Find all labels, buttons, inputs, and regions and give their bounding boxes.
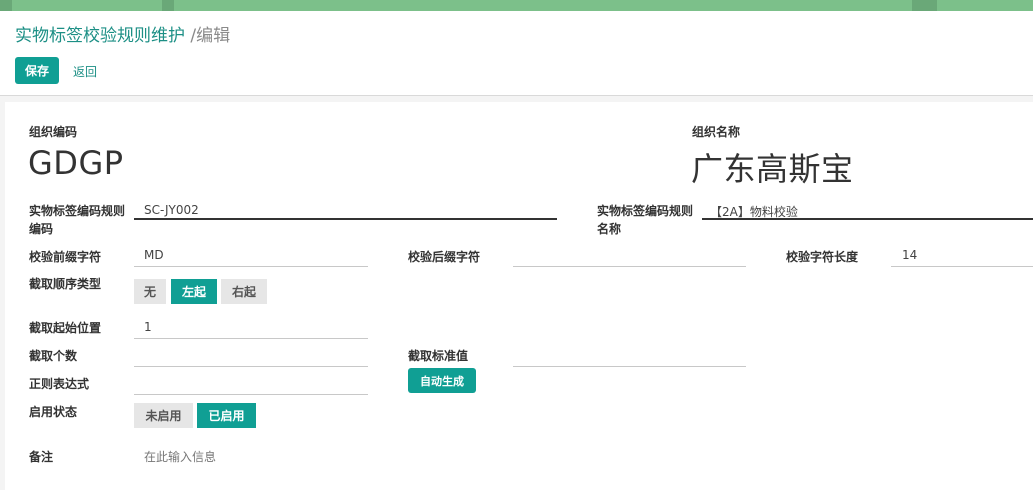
nav-segment — [162, 0, 174, 11]
page-header: 实物标签校验规则维护 /编辑 保存 返回 — [0, 11, 1033, 96]
length-input[interactable]: 14 — [902, 248, 917, 262]
status-disabled-option[interactable]: 未启用 — [134, 403, 193, 428]
rule-name-label-line2: 名称 — [597, 222, 622, 236]
status-label: 启用状态 — [29, 405, 78, 419]
regex-input[interactable] — [144, 376, 154, 390]
nav-segment — [912, 0, 937, 11]
suffix-underline — [513, 266, 746, 267]
form-area: 组织编码 GDGP 组织名称 广东高斯宝 实物标签编码规则 编码 SC-JY00… — [0, 96, 1033, 490]
rule-code-value[interactable]: SC-JY002 — [144, 203, 199, 217]
back-link[interactable]: 返回 — [73, 63, 97, 80]
rule-name-label-line1: 实物标签编码规则 — [597, 204, 694, 218]
count-input[interactable] — [144, 348, 154, 362]
length-underline — [891, 266, 1033, 267]
std-value-input[interactable] — [523, 348, 533, 362]
count-label: 截取个数 — [29, 349, 78, 363]
nav-segment — [0, 0, 12, 11]
regex-underline — [134, 394, 368, 395]
order-type-label: 截取顺序类型 — [29, 277, 102, 291]
std-value-label: 截取标准值 — [408, 349, 469, 363]
order-type-right-option[interactable]: 右起 — [221, 279, 267, 304]
std-value-underline — [513, 366, 746, 367]
org-name-value: 广东高斯宝 — [691, 150, 854, 188]
form-sheet: 组织编码 GDGP 组织名称 广东高斯宝 实物标签编码规则 编码 SC-JY00… — [5, 102, 1033, 490]
save-button[interactable]: 保存 — [15, 57, 59, 84]
breadcrumb-title[interactable]: 实物标签校验规则维护 — [15, 26, 185, 46]
suffix-label: 校验后缀字符 — [408, 250, 481, 264]
auto-generate-button[interactable]: 自动生成 — [408, 368, 476, 393]
rule-code-label-line1: 实物标签编码规则 — [29, 204, 126, 218]
start-pos-input[interactable]: 1 — [144, 320, 152, 334]
rule-name-label: 实物标签编码规则 名称 — [597, 202, 693, 238]
status-enabled-option[interactable]: 已启用 — [197, 403, 256, 428]
top-nav-bar — [0, 0, 1033, 11]
org-code-value: GDGP — [28, 144, 124, 182]
regex-label: 正则表达式 — [29, 377, 90, 391]
rule-code-label-line2: 编码 — [29, 222, 54, 236]
rule-code-label: 实物标签编码规则 编码 — [29, 202, 125, 238]
order-type-none-option[interactable]: 无 — [134, 279, 166, 304]
org-name-label: 组织名称 — [692, 125, 741, 139]
prefix-label: 校验前缀字符 — [29, 250, 102, 264]
prefix-underline — [134, 266, 368, 267]
breadcrumb: 实物标签校验规则维护 /编辑 — [15, 21, 230, 46]
prefix-input[interactable]: MD — [144, 248, 164, 262]
rule-name-underline — [702, 218, 1033, 220]
length-label: 校验字符长度 — [786, 250, 859, 264]
breadcrumb-subtitle: /编辑 — [190, 26, 231, 46]
rule-code-underline — [134, 218, 557, 220]
org-code-label: 组织编码 — [29, 125, 78, 139]
suffix-input[interactable] — [523, 248, 533, 262]
remark-input[interactable]: 在此输入信息 — [144, 448, 216, 465]
order-type-left-option[interactable]: 左起 — [171, 279, 217, 304]
count-underline — [134, 366, 368, 367]
remark-label: 备注 — [29, 450, 54, 464]
start-pos-underline — [134, 338, 368, 339]
start-pos-label: 截取起始位置 — [29, 321, 102, 335]
